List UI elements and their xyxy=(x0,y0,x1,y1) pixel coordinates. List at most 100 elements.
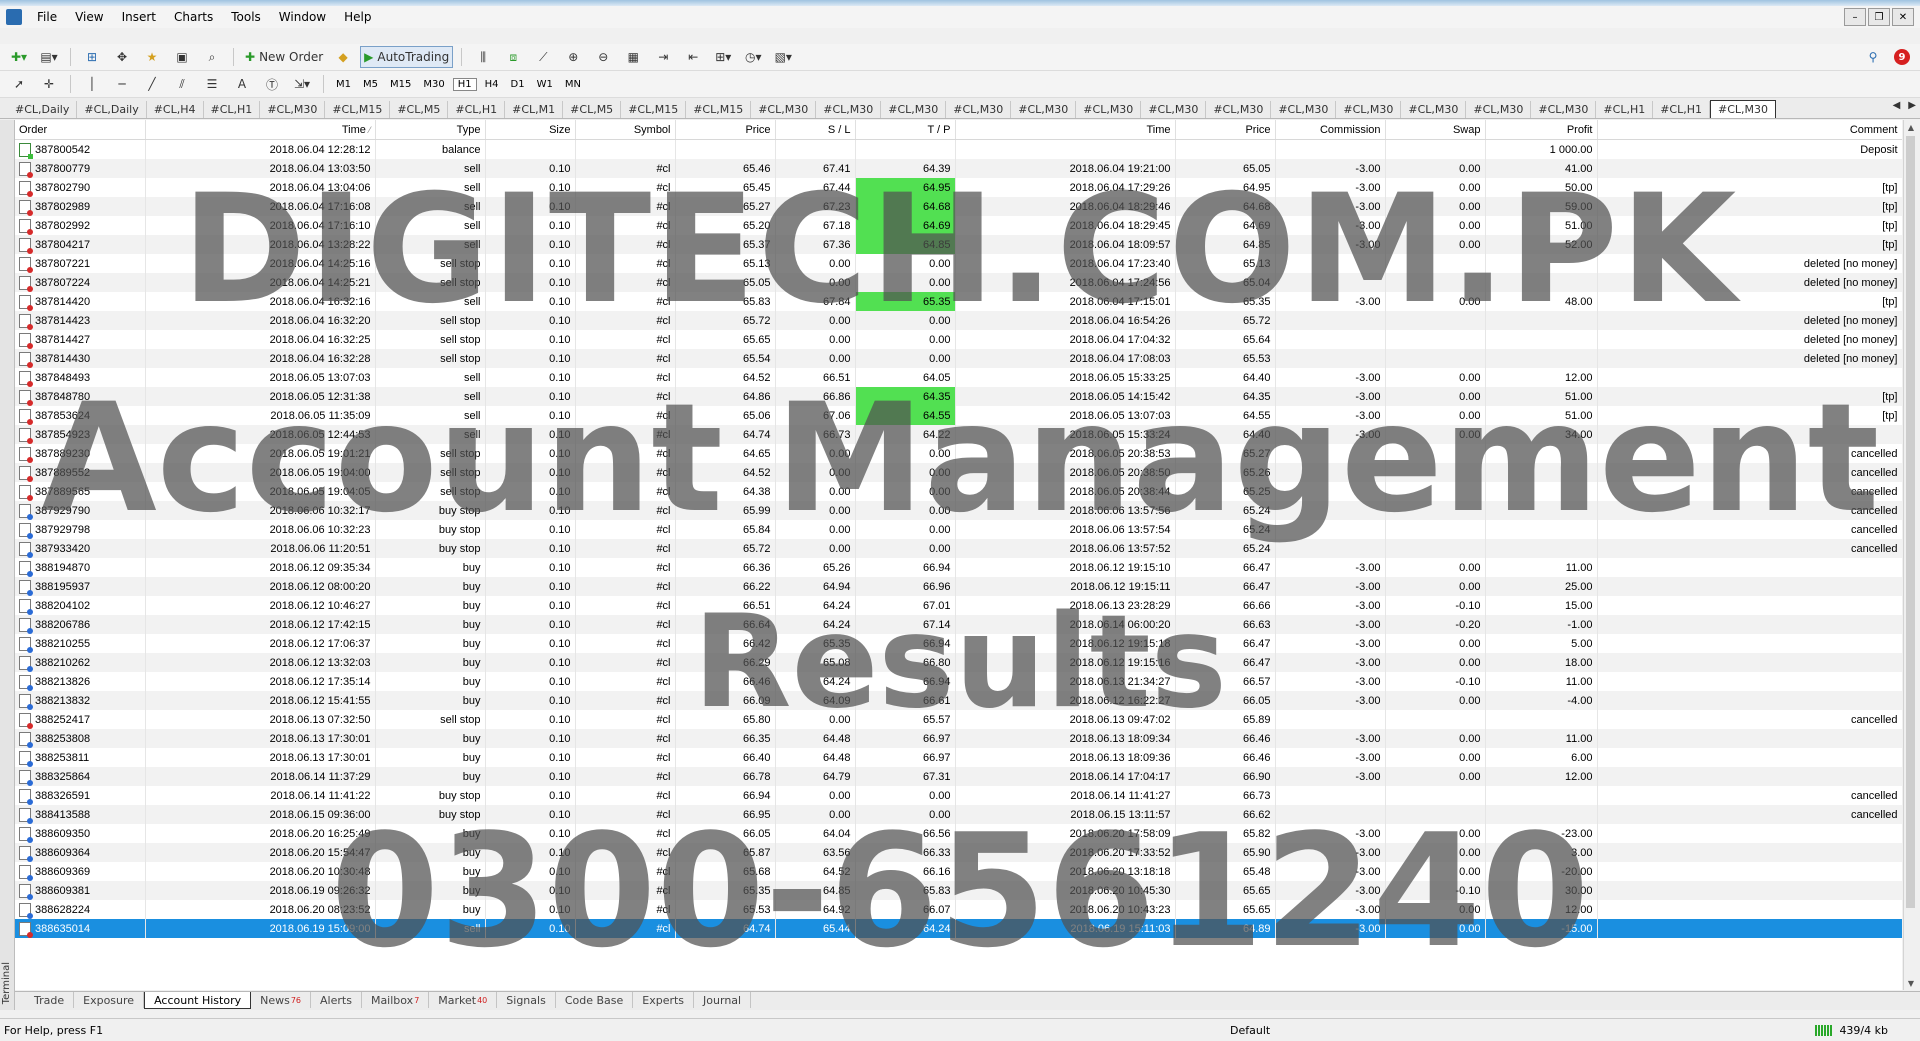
autoscroll-icon[interactable]: ⇤ xyxy=(680,47,706,67)
chart-tab[interactable]: #CL,M30 xyxy=(1206,101,1272,118)
close-button[interactable]: ✕ xyxy=(1892,8,1914,26)
table-row[interactable]: 387800542 2018.06.04 12:28:12 balance 1 000… xyxy=(15,139,1902,159)
table-row[interactable]: 387848493 2018.06.05 13:07:03 sell 0.10 #cl 6… xyxy=(15,368,1902,387)
col-type[interactable]: Type xyxy=(375,120,486,140)
table-row[interactable]: 388210262 2018.06.12 13:32:03 buy 0.10 #cl 66… xyxy=(15,653,1902,672)
table-row[interactable]: 387929790 2018.06.06 10:32:17 buy stop 0.10… xyxy=(15,501,1902,520)
menu-insert[interactable]: Insert xyxy=(113,10,165,24)
chart-tab[interactable]: #CL,M30 xyxy=(1271,101,1337,118)
table-row[interactable]: 388194870 2018.06.12 09:35:34 buy 0.10 #cl 66… xyxy=(15,558,1902,577)
terminal-tab[interactable]: Journal xyxy=(694,992,752,1008)
terminal-tab[interactable]: Code Base xyxy=(556,992,634,1008)
table-row[interactable]: 388252417 2018.06.13 07:32:50 sell stop 0.1… xyxy=(15,710,1902,729)
chart-tab[interactable]: #CL,H1 xyxy=(204,101,261,118)
chart-tab[interactable]: #CL,M30 xyxy=(1076,101,1142,118)
chart-tab[interactable]: #CL,M30 xyxy=(751,101,817,118)
chart-tab[interactable]: #CL,H4 xyxy=(147,101,204,118)
table-row[interactable]: 387804217 2018.06.04 13:28:22 sell 0.10 #cl 6… xyxy=(15,235,1902,254)
market-watch-icon[interactable]: ⊞ xyxy=(79,47,105,67)
menu-help[interactable]: Help xyxy=(335,10,380,24)
menu-tools[interactable]: Tools xyxy=(222,10,270,24)
autotrading-button[interactable]: ▶ AutoTrading xyxy=(360,46,454,68)
chart-tab[interactable]: #CL,M30 xyxy=(1466,101,1532,118)
terminal-tab[interactable]: Experts xyxy=(633,992,695,1008)
table-row[interactable]: 387848780 2018.06.05 12:31:38 sell 0.10 #cl 6… xyxy=(15,387,1902,406)
table-row[interactable]: 388628224 2018.06.20 08:23:52 buy 0.10 #cl 65… xyxy=(15,900,1902,919)
table-row[interactable]: 388609369 2018.06.20 10:30:48 buy 0.10 #cl 65… xyxy=(15,862,1902,881)
table-row[interactable]: 387929798 2018.06.06 10:32:23 buy stop 0.10… xyxy=(15,520,1902,539)
data-window-icon[interactable]: ✥ xyxy=(109,47,135,67)
table-row[interactable]: 388206786 2018.06.12 17:42:15 buy 0.10 #cl 66… xyxy=(15,615,1902,634)
timeframe-d1[interactable]: D1 xyxy=(507,79,529,90)
chart-tab[interactable]: #CL,M30 xyxy=(260,101,326,118)
chart-tab[interactable]: #CL,M30 xyxy=(1531,101,1597,118)
zoom-out-icon[interactable]: ⊖ xyxy=(590,47,616,67)
periods-icon[interactable]: ◷▾ xyxy=(740,47,766,67)
table-row[interactable]: 387853624 2018.06.05 11:35:09 sell 0.10 #cl 6… xyxy=(15,406,1902,425)
table-row[interactable]: 388635014 2018.06.19 15:09:00 sell 0.10 #cl 6… xyxy=(15,919,1902,938)
table-row[interactable]: 387814423 2018.06.04 16:32:20 sell stop 0.1… xyxy=(15,311,1902,330)
menu-view[interactable]: View xyxy=(66,10,112,24)
equidistant-channel-icon[interactable]: ⫽ xyxy=(169,74,195,94)
arrows-icon[interactable]: ⇲▾ xyxy=(289,74,315,94)
table-row[interactable]: 388253811 2018.06.13 17:30:01 buy 0.10 #cl 66… xyxy=(15,748,1902,767)
col-tp[interactable]: T / P xyxy=(855,120,956,140)
candlestick-icon[interactable]: ⧈ xyxy=(500,47,526,67)
timeframe-w1[interactable]: W1 xyxy=(533,79,557,90)
col-size[interactable]: Size xyxy=(485,120,576,140)
vertical-line-icon[interactable]: │ xyxy=(79,74,105,94)
table-row[interactable]: 387814430 2018.06.04 16:32:28 sell stop 0.1… xyxy=(15,349,1902,368)
chart-tab[interactable]: #CL,M1 xyxy=(505,101,564,118)
zoom-in-icon[interactable]: ⊕ xyxy=(560,47,586,67)
restore-button[interactable]: ❐ xyxy=(1868,8,1890,26)
col-open-time[interactable]: Time ⁄ xyxy=(145,120,376,140)
table-row[interactable]: 388213832 2018.06.12 15:41:55 buy 0.10 #cl 66… xyxy=(15,691,1902,710)
chart-tab[interactable]: #CL,M30 xyxy=(1141,101,1207,118)
col-symbol[interactable]: Symbol xyxy=(575,120,676,140)
table-row[interactable]: 387814420 2018.06.04 16:32:16 sell 0.10 #cl 6… xyxy=(15,292,1902,311)
timeframe-m15[interactable]: M15 xyxy=(386,79,415,90)
terminal-tab[interactable]: Alerts xyxy=(311,992,362,1008)
table-row[interactable]: 388210255 2018.06.12 17:06:37 buy 0.10 #cl 66… xyxy=(15,634,1902,653)
table-row[interactable]: 387802989 2018.06.04 17:16:08 sell 0.10 #cl 6… xyxy=(15,197,1902,216)
chart-tab[interactable]: #CL,M30 xyxy=(1401,101,1467,118)
terminal-tab[interactable]: Mailbox 7 xyxy=(362,992,430,1008)
metaeditor-icon[interactable]: ◆ xyxy=(330,47,356,67)
menu-file[interactable]: File xyxy=(28,10,66,24)
text-icon[interactable]: A xyxy=(229,74,255,94)
timeframe-m1[interactable]: M1 xyxy=(332,79,355,90)
timeframe-mn[interactable]: MN xyxy=(561,79,585,90)
table-row[interactable]: 387802992 2018.06.04 17:16:10 sell 0.10 #cl 6… xyxy=(15,216,1902,235)
chart-tab[interactable]: #CL,Daily xyxy=(8,101,78,118)
table-row[interactable]: 387802790 2018.06.04 13:04:06 sell 0.10 #cl 6… xyxy=(15,178,1902,197)
table-row[interactable]: 387807224 2018.06.04 14:25:21 sell stop 0.1… xyxy=(15,273,1902,292)
crosshair-icon[interactable]: ✛ xyxy=(36,74,62,94)
scroll-down-icon[interactable]: ▼ xyxy=(1904,976,1918,990)
col-close-price[interactable]: Price xyxy=(1175,120,1276,140)
indicators-icon[interactable]: ⊞▾ xyxy=(710,47,736,67)
chart-tab[interactable]: #CL,M15 xyxy=(686,101,752,118)
table-row[interactable]: 388326591 2018.06.14 11:41:22 buy stop 0.10… xyxy=(15,786,1902,805)
cursor-icon[interactable]: ➚ xyxy=(6,74,32,94)
chart-tab[interactable]: #CL,M30 xyxy=(1710,100,1777,118)
col-commission[interactable]: Commission xyxy=(1275,120,1386,140)
table-row[interactable]: 387800779 2018.06.04 13:03:50 sell 0.10 #cl 6… xyxy=(15,159,1902,178)
trendline-icon[interactable]: ╱ xyxy=(139,74,165,94)
notifications-badge[interactable]: 9 xyxy=(1894,49,1910,65)
table-row[interactable]: 388253808 2018.06.13 17:30:01 buy 0.10 #cl 66… xyxy=(15,729,1902,748)
table-row[interactable]: 387807221 2018.06.04 14:25:16 sell stop 0.1… xyxy=(15,254,1902,273)
chart-tab[interactable]: #CL,M15 xyxy=(325,101,391,118)
strategy-tester-icon[interactable]: ⌕ xyxy=(199,47,225,67)
table-row[interactable]: 387889230 2018.06.05 19:01:21 sell stop 0.1… xyxy=(15,444,1902,463)
horizontal-line-icon[interactable]: ─ xyxy=(109,74,135,94)
col-close-time[interactable]: Time xyxy=(955,120,1176,140)
chart-tab[interactable]: #CL,M30 xyxy=(1336,101,1402,118)
menu-charts[interactable]: Charts xyxy=(165,10,222,24)
new-chart-icon[interactable]: ✚▾ xyxy=(6,47,32,67)
chart-tab[interactable]: #CL,M30 xyxy=(1011,101,1077,118)
table-row[interactable]: 387889552 2018.06.05 19:04:00 sell stop 0.1… xyxy=(15,463,1902,482)
bar-chart-icon[interactable]: ⫼ xyxy=(470,47,496,67)
search-icon[interactable]: ⚲ xyxy=(1860,47,1886,67)
chart-tab[interactable]: #CL,H1 xyxy=(1653,101,1711,118)
timeframe-h1[interactable]: H1 xyxy=(452,77,477,91)
